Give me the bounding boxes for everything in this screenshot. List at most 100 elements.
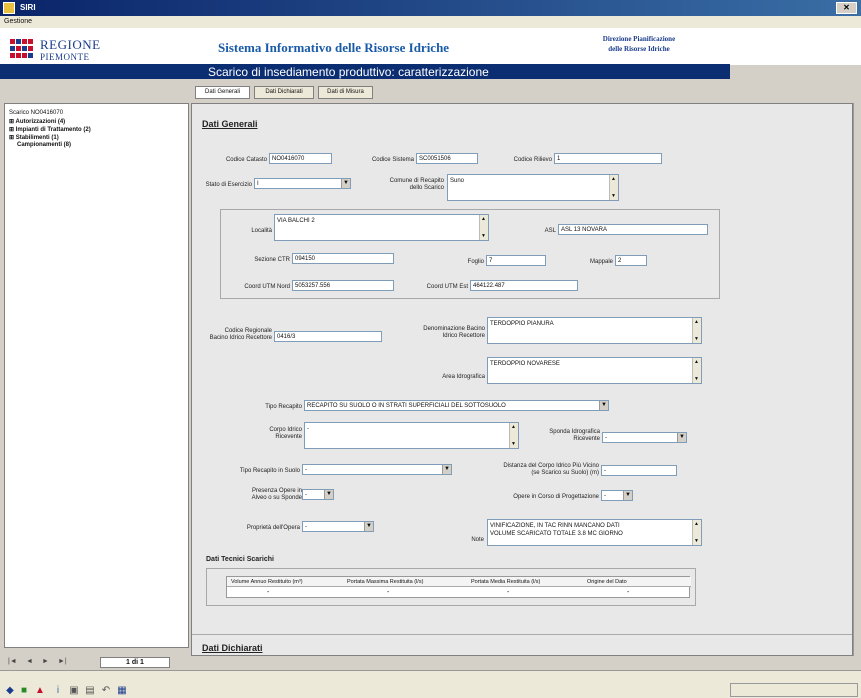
cell-origine: -: [627, 589, 630, 596]
logo-text-regione: REGIONE: [40, 37, 101, 52]
mappale-field[interactable]: 2: [615, 255, 647, 266]
page-indicator: 1 di 1: [100, 657, 170, 668]
first-record-icon[interactable]: |◄: [8, 658, 17, 665]
section-dati-tecnici: Dati Tecnici Scarichi: [206, 556, 274, 563]
codice-rilievo-field[interactable]: 1: [554, 153, 662, 164]
close-button[interactable]: ✕: [836, 2, 857, 14]
info-icon[interactable]: i: [52, 685, 64, 697]
label-codice-sistema: Codice Sistema: [371, 157, 414, 163]
page-title-bar: Scarico di insediamento produttivo: cara…: [0, 64, 730, 79]
asl-field[interactable]: ASL 13 NOVARA: [558, 224, 708, 235]
label-asl: ASL: [544, 228, 556, 234]
label-distanza: Distanza del Corpo Idrico Più Vicino (se …: [503, 463, 599, 476]
tree-item-autorizzazioni[interactable]: ⊞ Autorizzazioni (4): [9, 118, 65, 125]
exit-icon[interactable]: ■: [18, 685, 30, 697]
codice-sistema-field[interactable]: SC0051506: [416, 153, 478, 164]
codice-regionale-field[interactable]: 0416/3: [274, 331, 382, 342]
tab-strip: Dati Generali Dati Dichiarati Dati di Mi…: [195, 86, 465, 100]
label-note: Note: [471, 537, 484, 543]
label-utm-est: Coord UTM Est: [426, 284, 468, 290]
chevron-down-icon[interactable]: ▼: [599, 401, 608, 410]
prev-record-icon[interactable]: ◄: [26, 658, 33, 665]
back-icon[interactable]: ◆: [4, 685, 16, 697]
tree-item-campionamenti[interactable]: Campionamenti (8): [17, 142, 71, 148]
label-comune-recapito: Comune di Recapito dello Scarico: [389, 178, 444, 191]
status-pane: [730, 683, 858, 697]
logo-text-piemonte: PIEMONTE: [40, 52, 90, 62]
utm-nord-field[interactable]: 5053257.556: [292, 280, 394, 291]
utm-est-field[interactable]: 464122.487: [470, 280, 578, 291]
section-divider: [192, 634, 852, 635]
tab-dati-misura[interactable]: Dati di Misura: [318, 86, 373, 99]
save-icon[interactable]: ▤: [84, 685, 96, 697]
record-navigation: |◄ ◄ ► ►| 1 di 1: [0, 656, 190, 670]
dati-tecnici-table: Volume Annuo Restituito (m³) Portata Mas…: [226, 576, 691, 598]
tree-root[interactable]: Scarico NO0416070: [9, 110, 63, 116]
menu-gestione[interactable]: Gestione: [4, 18, 32, 25]
header: REGIONE PIEMONTE Sistema Informativo del…: [0, 28, 861, 65]
main-form: Dati Generali Codice Catasto NO0416070 C…: [191, 103, 853, 656]
label-proprieta-opera: Proprietà dell'Opera: [246, 525, 300, 531]
tree-icon[interactable]: ▲: [34, 685, 46, 697]
chevron-down-icon[interactable]: ▼: [341, 179, 350, 188]
tree-panel: Scarico NO0416070 ⊞ Autorizzazioni (4) ⊞…: [4, 103, 189, 648]
main-scrollbar[interactable]: [853, 103, 861, 656]
comune-recapito-field[interactable]: Suno: [447, 174, 619, 201]
tab-dati-generali[interactable]: Dati Generali: [195, 86, 250, 99]
title-bar: SIRI ✕: [0, 0, 861, 16]
denominazione-bacino-field[interactable]: TERDOPPIO PIANURA: [487, 317, 702, 344]
table-header: Volume Annuo Restituito (m³) Portata Mas…: [227, 577, 691, 587]
area-idrografica-field[interactable]: TERDOPPIO NOVARESE: [487, 357, 702, 384]
label-codice-regionale: Codice Regionale Bacino Idrico Recettore: [209, 328, 272, 341]
label-utm-nord: Coord UTM Nord: [244, 284, 290, 290]
chevron-down-icon[interactable]: ▼: [364, 522, 373, 531]
next-record-icon[interactable]: ►: [42, 658, 49, 665]
table-row[interactable]: - - - -: [227, 588, 691, 598]
tipo-recapito-select[interactable]: RECAPITO SU SUOLO O IN STRATI SUPERFICIA…: [304, 400, 609, 411]
label-area-idrografica: Area Idrografica: [442, 374, 485, 380]
opere-corso-select[interactable]: - ▼: [601, 490, 633, 501]
bottom-toolbar: ◆ ■ ▲ i ▣ ▤ ↶ ▦: [0, 670, 861, 698]
tipo-recapito-suolo-select[interactable]: - ▼: [302, 464, 452, 475]
print-icon[interactable]: ▦: [116, 685, 128, 697]
label-codice-rilievo: Codice Rilievo: [513, 157, 552, 163]
stato-esercizio-select[interactable]: I ▼: [254, 178, 351, 189]
distanza-field[interactable]: -: [601, 465, 677, 476]
col-portata-massima: Portata Massima Restituita (l/s): [347, 579, 424, 585]
undo-icon[interactable]: ↶: [100, 685, 112, 697]
label-corpo-idrico: Corpo Idrico Ricevente: [269, 427, 302, 440]
chevron-down-icon[interactable]: ▼: [442, 465, 451, 474]
note-field[interactable]: VINIFICAZIONE, IN TAC RINN MANCANO DATI V…: [487, 519, 702, 546]
cell-portata-massima: -: [387, 589, 390, 596]
sezione-ctr-field[interactable]: 094150: [292, 253, 394, 264]
col-portata-media: Portata Media Restituita (l/s): [471, 579, 541, 585]
label-mappale: Mappale: [589, 259, 613, 265]
proprieta-opera-select[interactable]: - ▼: [302, 521, 374, 532]
sponda-select[interactable]: - ▼: [602, 432, 687, 443]
codice-catasto-field[interactable]: NO0416070: [269, 153, 332, 164]
direzione-line2: delle Risorse Idriche: [608, 45, 670, 53]
corpo-idrico-field[interactable]: -: [304, 422, 519, 449]
tree-item-impianti[interactable]: ⊞ Impianti di Trattamento (2): [9, 126, 91, 133]
app-icon: [3, 2, 15, 14]
label-presenza-opere: Presenza Opere in Alveo o su Sponde: [251, 488, 302, 501]
chevron-down-icon[interactable]: ▼: [677, 433, 686, 442]
presenza-opere-select[interactable]: - ▼: [302, 489, 334, 500]
tree-item-stabilimenti[interactable]: ⊞ Stabilimenti (1): [9, 134, 59, 141]
window-title: SIRI: [20, 3, 36, 12]
tab-dati-dichiarati[interactable]: Dati Dichiarati: [254, 86, 314, 99]
copy-icon[interactable]: ▣: [68, 685, 80, 697]
chevron-down-icon[interactable]: ▼: [623, 491, 632, 500]
chevron-down-icon[interactable]: ▼: [324, 490, 333, 499]
direzione-line1: Direzione Pianificazione: [602, 35, 676, 43]
foglio-field[interactable]: 7: [486, 255, 546, 266]
localita-field[interactable]: VIA BALCHI 2: [274, 214, 489, 241]
label-sezione-ctr: Sezione CTR: [254, 257, 290, 263]
last-record-icon[interactable]: ►|: [58, 658, 67, 665]
direzione-label: Direzione Pianificazione delle Risorse I…: [597, 34, 681, 54]
label-stato-esercizio: Stato di Esercizio: [205, 182, 252, 188]
col-origine-dato: Origine del Dato: [587, 579, 627, 585]
system-title: Sistema Informativo delle Risorse Idrich…: [218, 40, 450, 55]
label-sponda-idrografica: Sponda Idrografica Ricevente: [549, 429, 600, 442]
label-codice-catasto: Codice Catasto: [225, 157, 267, 163]
